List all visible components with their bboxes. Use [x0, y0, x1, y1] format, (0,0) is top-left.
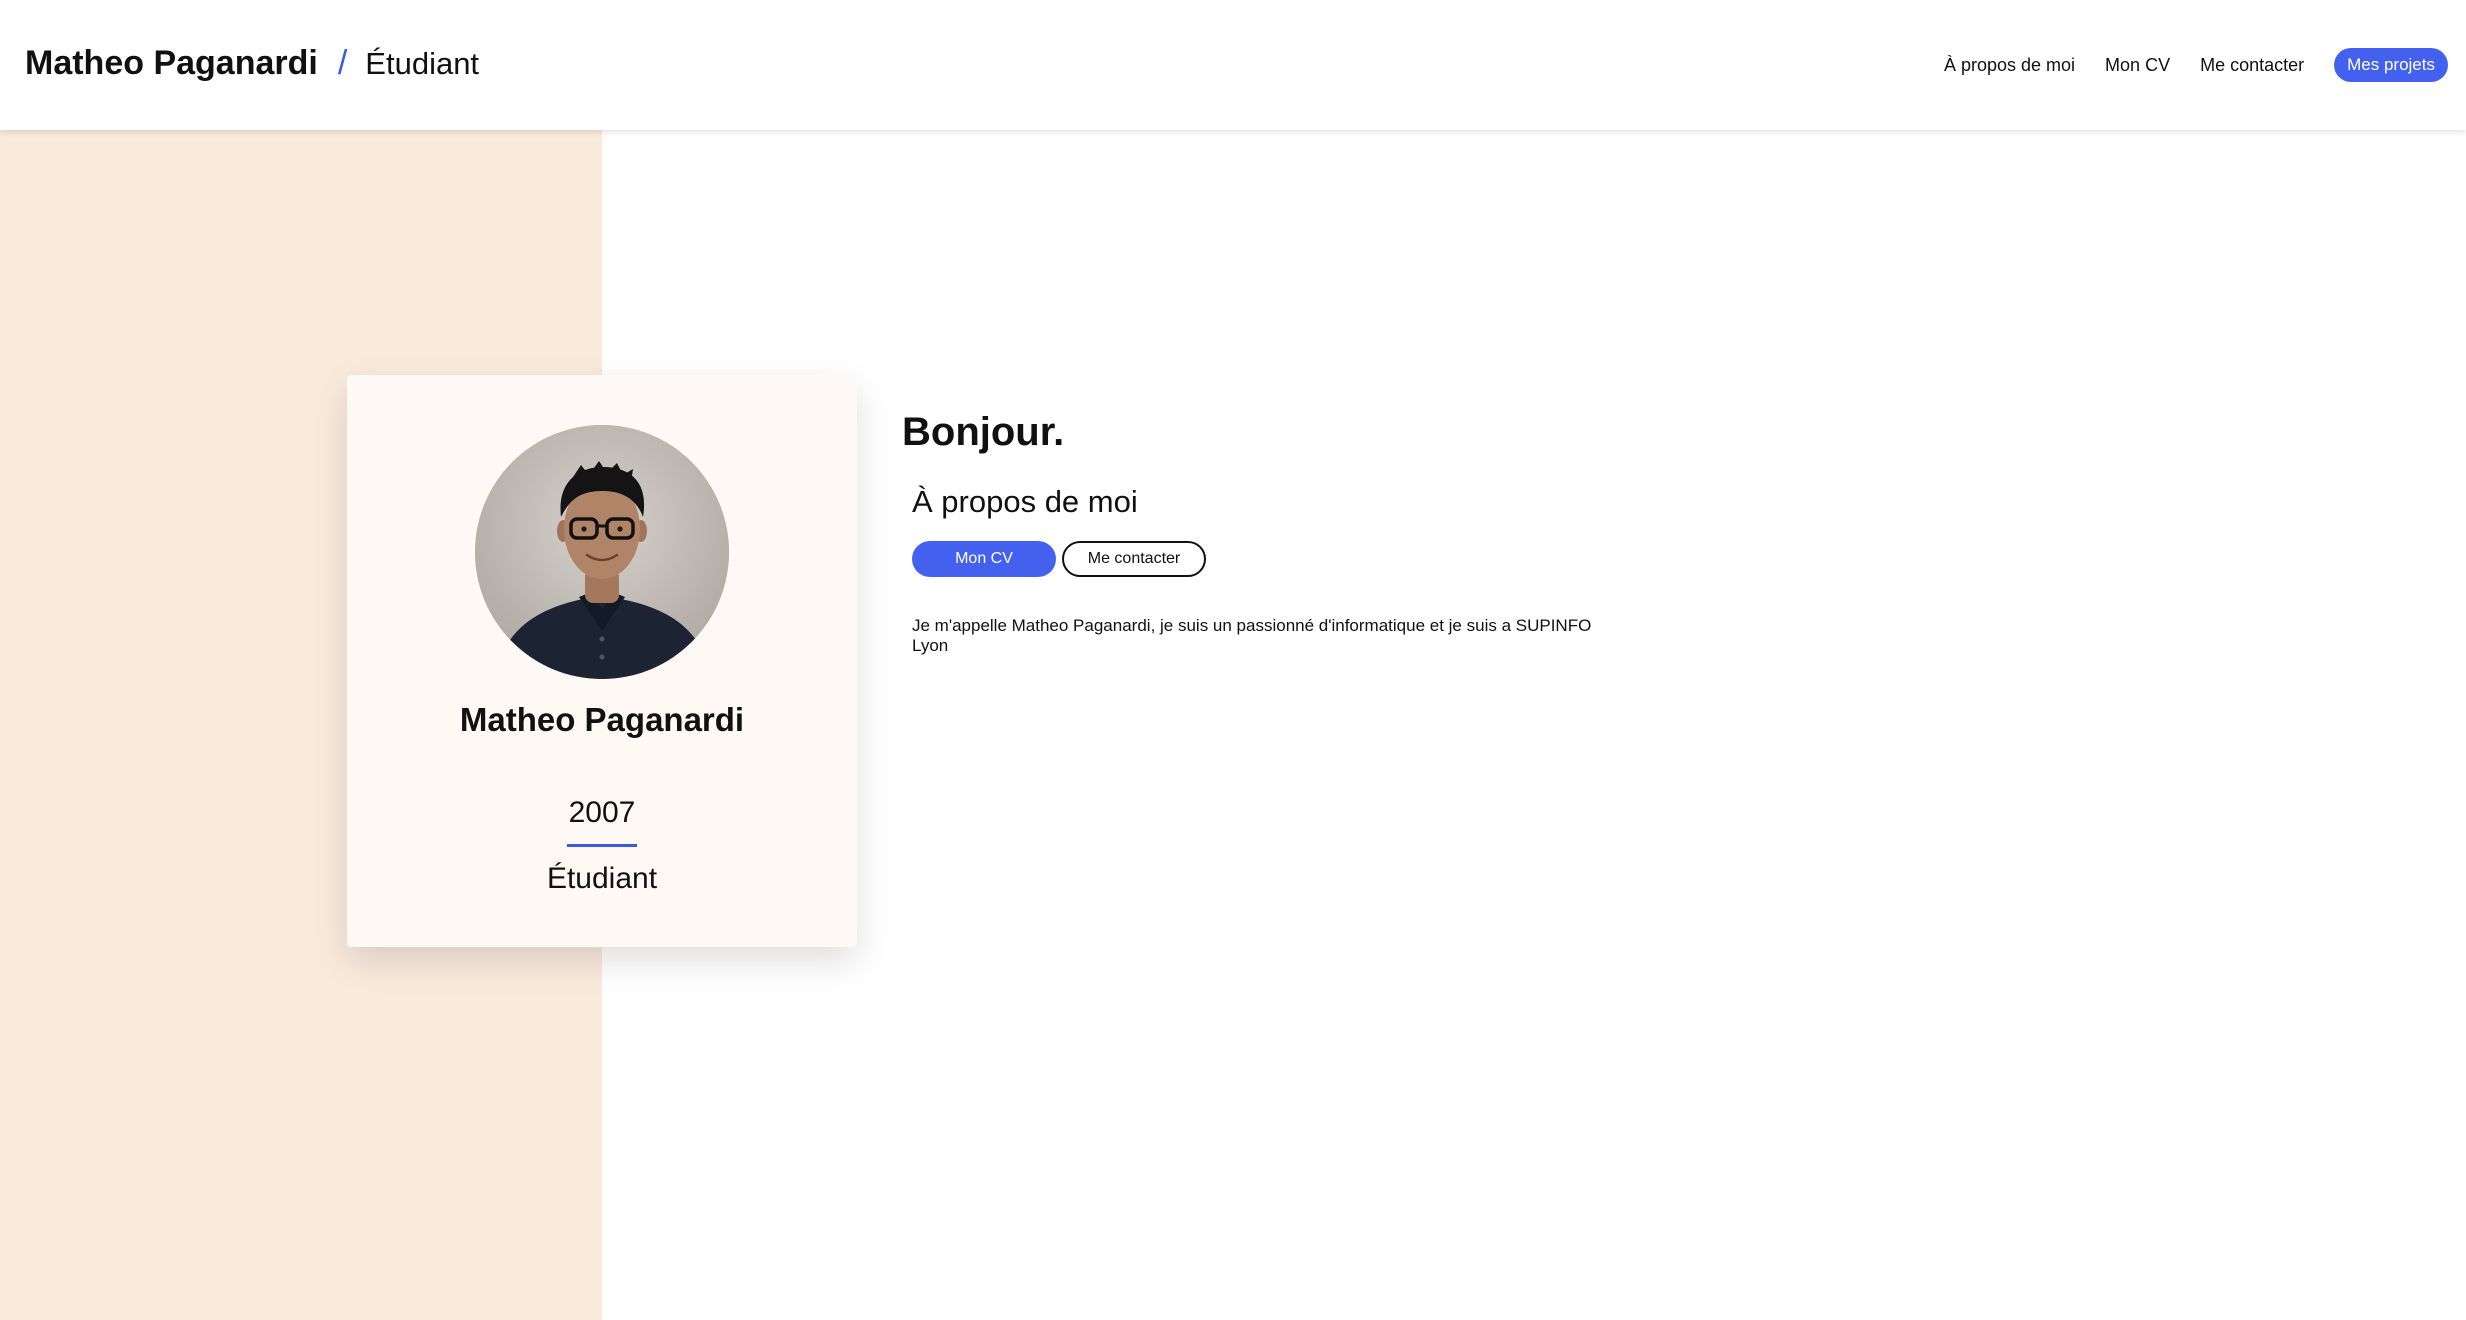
nav-link-contact[interactable]: Me contacter: [2200, 55, 2304, 76]
nav-button-projects[interactable]: Mes projets: [2334, 48, 2448, 82]
main-nav: À propos de moi Mon CV Me contacter Mes …: [1914, 48, 2448, 82]
greeting-heading: Bonjour.: [902, 410, 1065, 454]
brand[interactable]: Matheo Paganardi / Étudiant: [25, 44, 479, 83]
profile-divider: [567, 844, 637, 847]
profile-role: Étudiant: [546, 862, 658, 895]
brand-role: Étudiant: [365, 46, 480, 81]
profile-card: Matheo Paganardi 2007 Étudiant: [347, 375, 857, 947]
profile-name: Matheo Paganardi: [459, 701, 745, 738]
cv-button[interactable]: Mon CV: [912, 541, 1056, 577]
brand-name: Matheo Paganardi: [25, 44, 318, 82]
portrait-photo-icon: [475, 425, 729, 679]
site-header: Matheo Paganardi / Étudiant À propos de …: [0, 0, 2466, 130]
about-heading: À propos de moi: [912, 484, 1138, 519]
nav-link-about[interactable]: À propos de moi: [1944, 55, 2075, 76]
profile-year: 2007: [568, 796, 636, 829]
nav-link-cv[interactable]: Mon CV: [2105, 55, 2170, 76]
bio-text: Je m'appelle Matheo Paganardi, je suis u…: [912, 616, 1592, 655]
avatar: [475, 425, 729, 679]
contact-button[interactable]: Me contacter: [1062, 541, 1206, 577]
brand-separator: /: [337, 44, 348, 82]
